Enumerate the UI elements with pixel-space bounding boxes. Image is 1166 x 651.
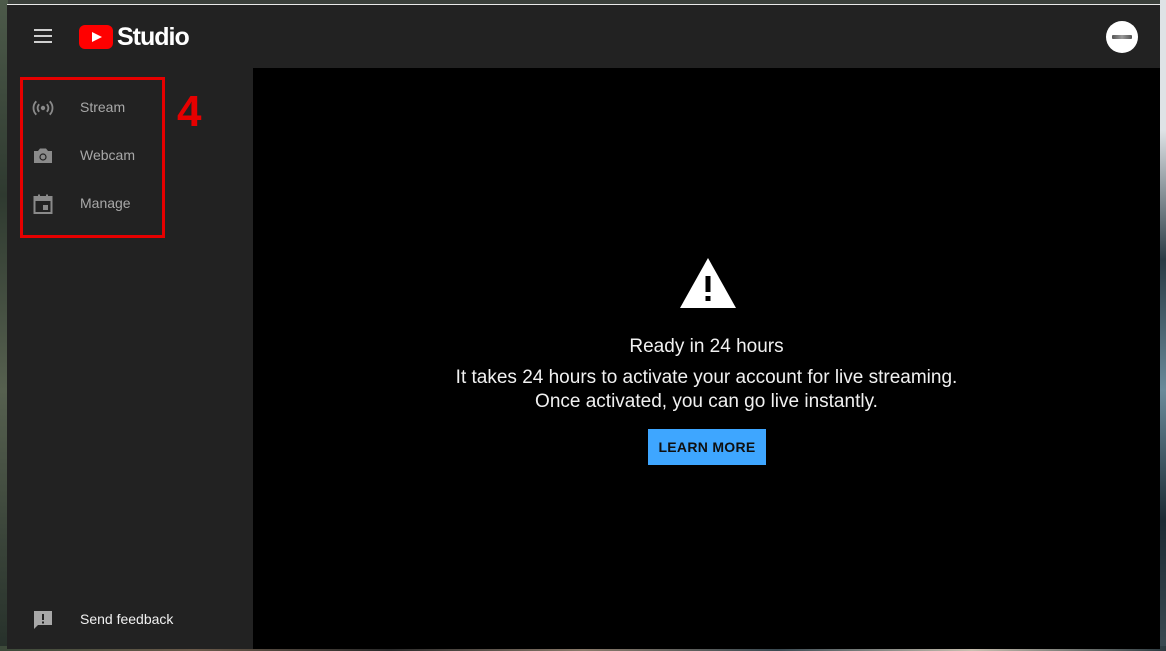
send-feedback-button[interactable]: Send feedback <box>7 596 253 644</box>
sidebar-item-label: Stream <box>80 99 126 115</box>
desktop-background-right <box>1160 0 1166 651</box>
logo-text: Studio <box>117 22 190 51</box>
camera-icon <box>34 148 52 163</box>
hamburger-menu-icon[interactable] <box>31 25 57 49</box>
sidebar-item-stream[interactable]: Stream <box>7 84 253 132</box>
youtube-play-icon <box>79 25 113 49</box>
main-content: Ready in 24 hours It takes 24 hours to a… <box>253 68 1160 649</box>
stream-icon <box>32 100 54 116</box>
feedback-icon <box>34 611 52 629</box>
annotation-number: 4 <box>177 87 202 136</box>
sidebar-item-label: Manage <box>80 195 131 211</box>
learn-more-button[interactable]: LEARN MORE <box>648 429 766 465</box>
warning-icon <box>680 258 736 308</box>
sidebar: Stream Webcam Manage Send feedback <box>7 68 253 649</box>
youtube-studio-live-window: Studio Stream Webcam Manage Send feedbac… <box>7 4 1160 649</box>
sidebar-item-manage[interactable]: Manage <box>7 180 253 228</box>
sidebar-item-label: Webcam <box>80 147 135 163</box>
youtube-studio-logo[interactable]: Studio <box>79 22 190 52</box>
status-description: It takes 24 hours to activate your accou… <box>455 367 958 412</box>
send-feedback-label: Send feedback <box>80 611 174 627</box>
calendar-icon <box>33 194 53 214</box>
top-app-bar: Studio <box>7 5 1160 68</box>
avatar-image <box>1112 35 1132 39</box>
sidebar-item-webcam[interactable]: Webcam <box>7 132 253 180</box>
account-avatar[interactable] <box>1106 21 1138 53</box>
status-title: Ready in 24 hours <box>629 336 784 357</box>
